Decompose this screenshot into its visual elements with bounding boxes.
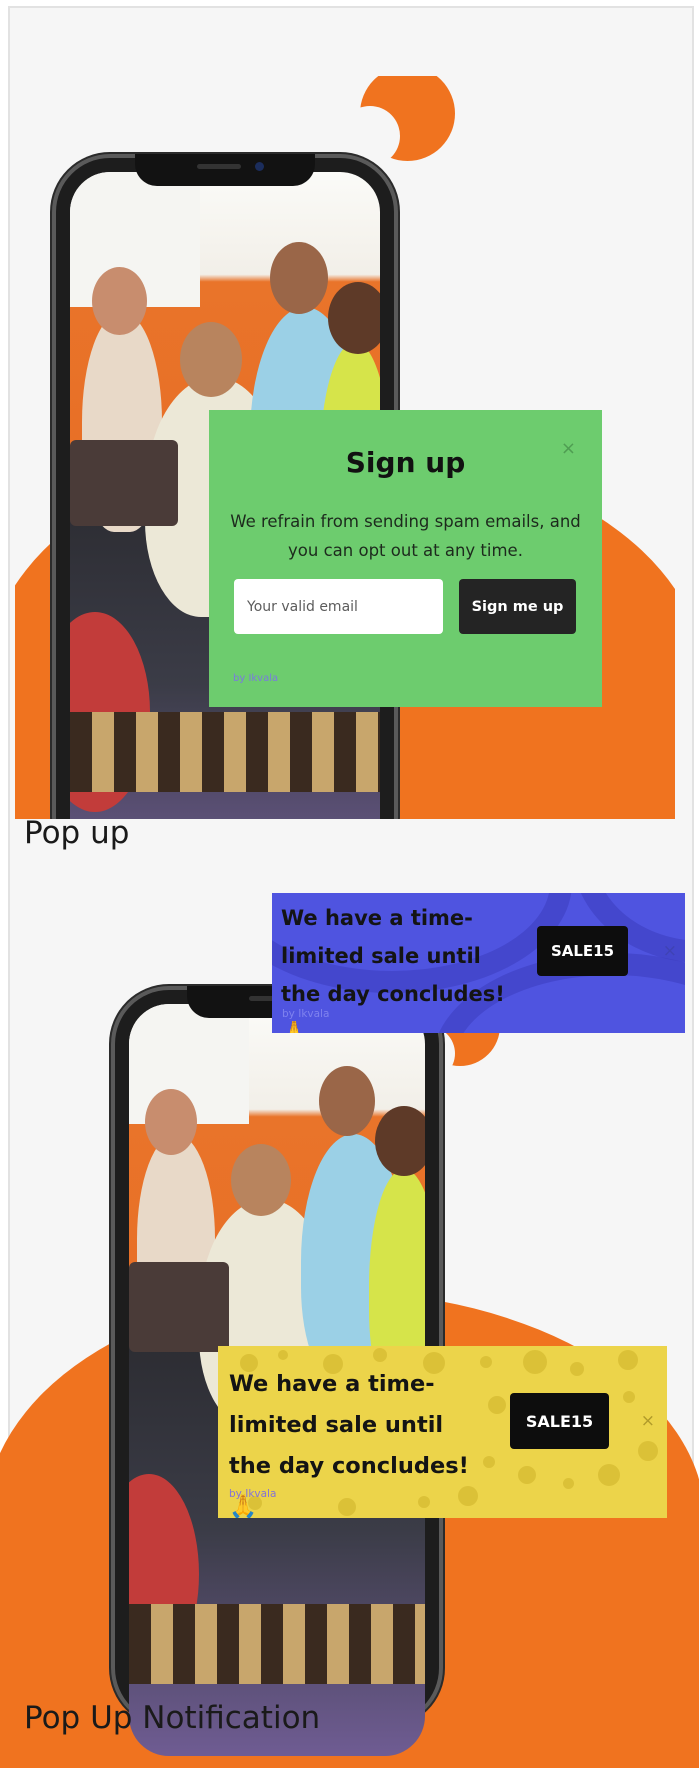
person-head xyxy=(270,242,328,314)
signup-title: Sign up xyxy=(345,446,466,479)
signup-description: We refrain from sending spam emails, and… xyxy=(230,512,581,560)
phone-notch xyxy=(135,154,315,186)
person-head xyxy=(319,1066,375,1136)
person-head xyxy=(145,1089,197,1155)
example-label: Pop up xyxy=(24,815,130,851)
floor xyxy=(129,1604,425,1684)
person-head xyxy=(92,267,147,335)
coupon-code-button[interactable]: SALE15 xyxy=(510,1393,609,1449)
example-label: Pop Up Notification xyxy=(24,1700,321,1736)
person-head xyxy=(231,1144,291,1216)
floor xyxy=(70,712,380,792)
branding-link[interactable]: by Ikvala xyxy=(282,1008,329,1020)
coupon-code-button[interactable]: SALE15 xyxy=(537,926,628,976)
close-icon[interactable]: × xyxy=(641,1411,655,1431)
notification-banner-blue: We have a time-limited sale until the da… xyxy=(272,893,685,1033)
signup-popup: × Sign up We refrain from sending spam e… xyxy=(209,410,602,707)
notification-banner-yellow: We have a time-limited sale until the da… xyxy=(218,1346,667,1518)
branding-link[interactable]: by Ikvala xyxy=(233,673,278,684)
close-icon[interactable]: × xyxy=(663,941,677,961)
branding-link[interactable]: by Ikvala xyxy=(229,1488,276,1500)
camera-icon xyxy=(255,162,264,171)
laptop xyxy=(70,440,178,526)
person-head xyxy=(328,282,380,354)
person-head xyxy=(180,322,242,397)
laptop xyxy=(129,1262,229,1352)
person-head xyxy=(375,1106,425,1176)
sign-me-up-button[interactable]: Sign me up xyxy=(459,579,576,634)
email-field[interactable] xyxy=(234,579,443,634)
